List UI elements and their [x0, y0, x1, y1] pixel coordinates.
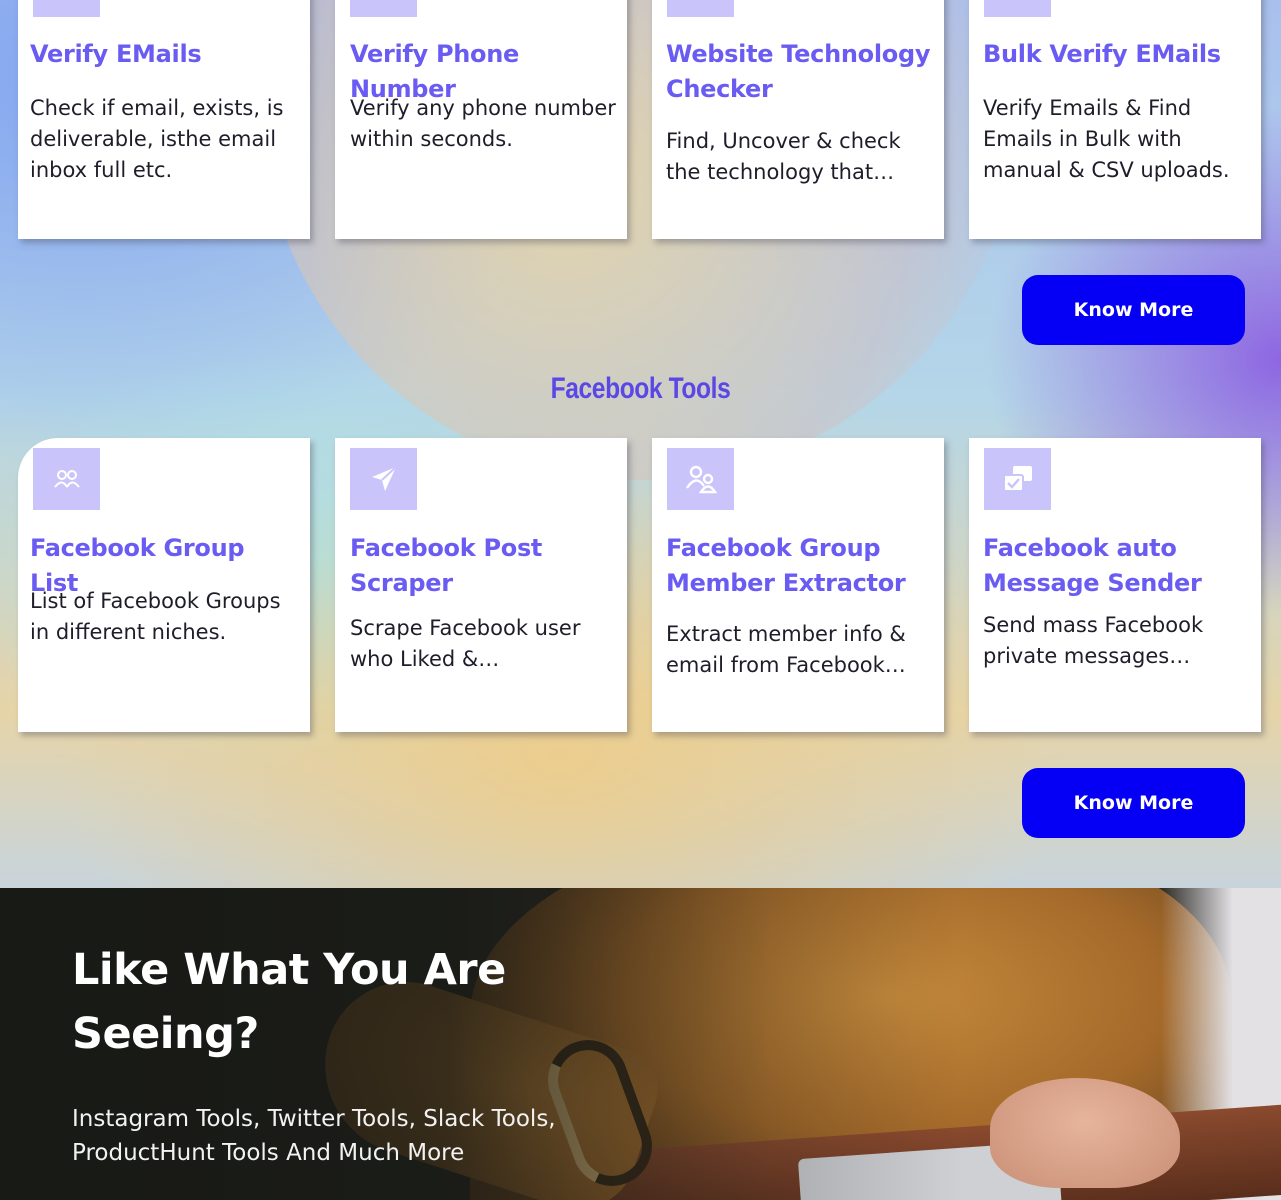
users-icon	[33, 448, 100, 510]
tool-icon	[350, 0, 417, 17]
card-description: List of Facebook Groups in different nic…	[30, 589, 281, 644]
banner-title: Like What You Are Seeing?	[72, 945, 506, 1059]
cta-banner: Like What You Are Seeing? Instagram Tool…	[0, 888, 1281, 1200]
card-description: Find, Uncover & check the technology tha…	[666, 129, 901, 184]
tool-icon	[33, 0, 100, 17]
card-description: Send mass Facebook private messages…	[983, 613, 1204, 668]
know-more-button-email[interactable]: Know More	[1022, 275, 1245, 345]
paper-plane-icon	[350, 448, 417, 510]
card-description: Verify Emails & Find Emails in Bulk with…	[983, 96, 1230, 182]
facebook-tools-row: Facebook Group List List of Facebook Gro…	[18, 438, 1261, 732]
tool-icon	[984, 0, 1051, 17]
section-heading-facebook: Facebook Tools	[550, 372, 731, 405]
card-title[interactable]: Facebook Group Member Extractor	[666, 531, 932, 601]
tool-card-verify-emails[interactable]: Verify EMails Check if email, exists, is…	[18, 0, 310, 239]
tool-card-facebook-member-extractor[interactable]: Facebook Group Member Extractor Extract …	[652, 438, 944, 732]
card-description: Scrape Facebook user who Liked & Comment…	[350, 616, 581, 671]
card-title[interactable]: Verify EMails	[30, 37, 298, 72]
card-description: Extract member info & email from Faceboo…	[666, 622, 906, 677]
card-description: Verify any phone number within seconds.	[350, 96, 616, 151]
card-title[interactable]: Website Technology Checker	[666, 37, 932, 107]
tool-card-verify-phone[interactable]: Verify Phone Number Verify any phone num…	[335, 0, 627, 239]
banner-subtitle: Instagram Tools, Twitter Tools, Slack To…	[72, 1106, 556, 1166]
card-title[interactable]: Bulk Verify EMails	[983, 37, 1249, 72]
tool-card-facebook-message-sender[interactable]: Facebook auto Message Sender Send mass F…	[969, 438, 1261, 732]
email-tools-row: Verify EMails Check if email, exists, is…	[18, 0, 1261, 239]
tool-icon	[667, 0, 734, 17]
card-description: Check if email, exists, is deliverable, …	[30, 96, 284, 182]
tool-card-bulk-verify[interactable]: Bulk Verify EMails Verify Emails & Find …	[969, 0, 1261, 239]
card-title[interactable]: Facebook Post Scraper	[350, 531, 615, 601]
card-title[interactable]: Facebook auto Message Sender	[983, 531, 1249, 601]
know-more-button-facebook[interactable]: Know More	[1022, 768, 1245, 838]
tool-card-facebook-post-scraper[interactable]: Facebook Post Scraper Scrape Facebook us…	[335, 438, 627, 732]
message-check-icon	[984, 448, 1051, 510]
tool-card-website-technology[interactable]: Website Technology Checker Find, Uncover…	[652, 0, 944, 239]
tool-card-facebook-group-list[interactable]: Facebook Group List List of Facebook Gro…	[18, 438, 310, 732]
user-group-icon	[667, 448, 734, 510]
